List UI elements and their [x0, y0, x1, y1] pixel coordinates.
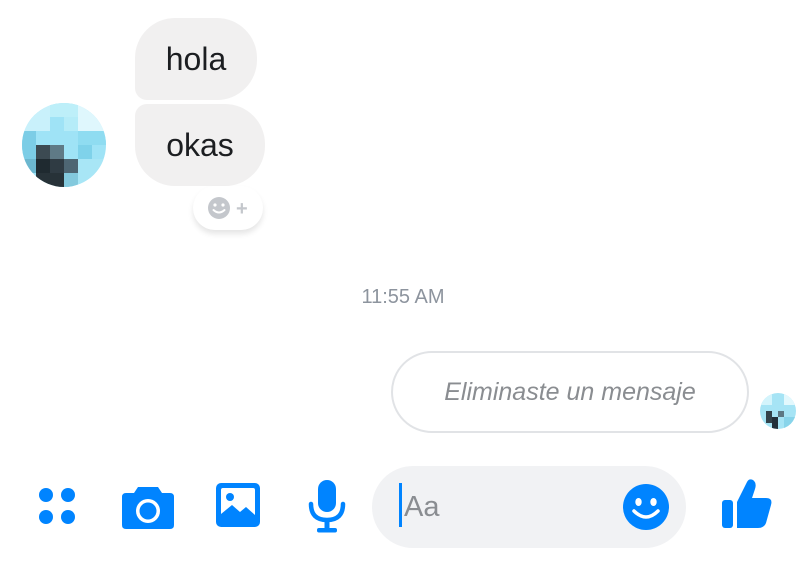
- message-timestamp: 11:55 AM: [361, 286, 445, 308]
- text-caret: [399, 483, 402, 527]
- message-composer[interactable]: Aa: [372, 466, 686, 548]
- incoming-message[interactable]: okas: [135, 104, 265, 186]
- contact-avatar[interactable]: [22, 103, 106, 187]
- thumbs-up-icon: [722, 479, 772, 528]
- gallery-icon: [216, 483, 260, 527]
- deleted-message-bubble[interactable]: Eliminaste un mensaje: [391, 351, 749, 433]
- message-text: okas: [166, 126, 234, 163]
- microphone-button[interactable]: [306, 478, 348, 534]
- composer-placeholder: Aa: [404, 491, 440, 523]
- seen-avatar-image: [760, 393, 796, 429]
- microphone-icon: [308, 480, 346, 533]
- avatar-image: [22, 103, 106, 187]
- plus-glyph: +: [236, 198, 248, 220]
- add-reaction-icon: +: [208, 197, 248, 220]
- message-text: hola: [165, 40, 227, 77]
- seen-avatar: [760, 393, 796, 429]
- add-reaction-button[interactable]: +: [193, 186, 263, 230]
- emoji-button[interactable]: [622, 483, 670, 531]
- more-options-button[interactable]: [36, 483, 80, 527]
- camera-button[interactable]: [120, 481, 176, 531]
- emoji-icon: [623, 484, 669, 530]
- like-button[interactable]: [718, 476, 774, 532]
- more-options-icon: [39, 488, 75, 524]
- camera-icon: [122, 487, 174, 529]
- gallery-button[interactable]: [214, 481, 262, 529]
- incoming-message[interactable]: hola: [135, 18, 257, 100]
- deleted-message-text: Eliminaste un mensaje: [444, 377, 696, 406]
